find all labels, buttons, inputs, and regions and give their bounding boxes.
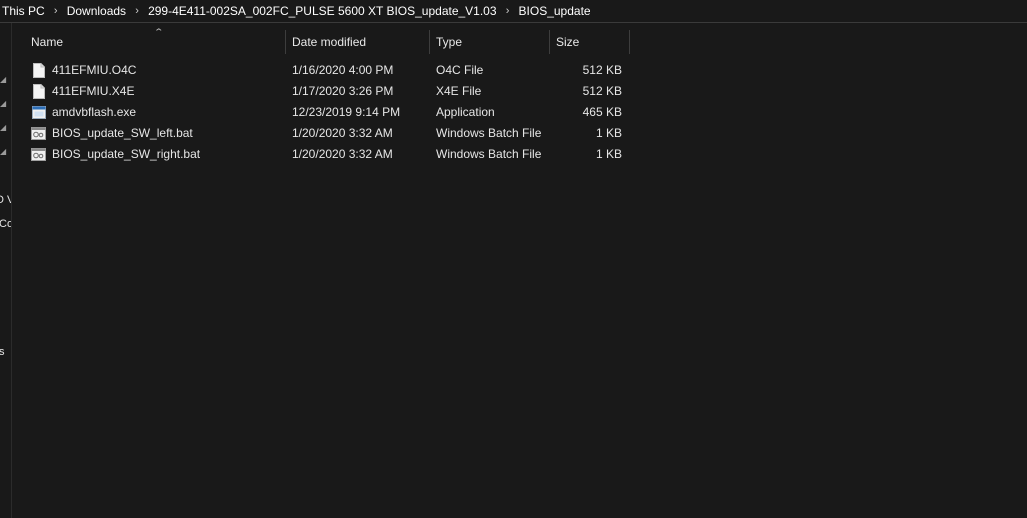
nav-item-clipped[interactable]: Co: [0, 218, 11, 230]
document-icon: [33, 84, 45, 99]
column-header-name[interactable]: Name: [25, 30, 286, 54]
pin-icon[interactable]: ◢: [0, 100, 8, 108]
breadcrumb-item-this-pc[interactable]: This PC: [0, 4, 47, 18]
nav-item-clipped[interactable]: D V: [0, 194, 11, 206]
chevron-right-icon[interactable]: ›: [47, 5, 65, 17]
file-name: 411EFMIU.X4E: [52, 84, 135, 98]
file-date: 1/20/2020 3:32 AM: [292, 126, 393, 140]
column-header-date-modified[interactable]: Date modified: [286, 30, 430, 54]
pin-icon[interactable]: ◢: [0, 148, 8, 156]
file-date: 1/16/2020 4:00 PM: [292, 63, 394, 77]
pin-icon[interactable]: ◢: [0, 124, 8, 132]
file-size: 512 KB: [582, 63, 622, 77]
file-type: Application: [436, 105, 495, 119]
file-row[interactable]: 411EFMIU.X4E 1/17/2020 3:26 PM X4E File …: [25, 81, 622, 102]
file-type: O4C File: [436, 63, 484, 77]
file-name: 411EFMIU.O4C: [52, 63, 137, 77]
file-name: amdvbflash.exe: [52, 105, 137, 119]
file-list: 411EFMIU.O4C 1/16/2020 4:00 PM O4C File …: [25, 60, 622, 165]
file-row[interactable]: amdvbflash.exe 12/23/2019 9:14 PM Applic…: [25, 102, 622, 123]
breadcrumb-item-downloads[interactable]: Downloads: [65, 4, 128, 18]
navigation-pane[interactable]: ◢ ◢ ◢ ◢ D V Co s: [0, 23, 12, 518]
breadcrumb-item-bios-folder[interactable]: 299-4E411-002SA_002FC_PULSE 5600 XT BIOS…: [146, 4, 498, 18]
breadcrumb-item-bios-update[interactable]: BIOS_update: [517, 4, 593, 18]
chevron-right-icon[interactable]: ›: [499, 5, 517, 17]
document-icon: [33, 63, 45, 78]
file-row[interactable]: BIOS_update_SW_right.bat 1/20/2020 3:32 …: [25, 144, 622, 165]
file-type: Windows Batch File: [436, 147, 542, 161]
file-date: 12/23/2019 9:14 PM: [292, 105, 401, 119]
file-row[interactable]: 411EFMIU.O4C 1/16/2020 4:00 PM O4C File …: [25, 60, 622, 81]
file-date: 1/20/2020 3:32 AM: [292, 147, 393, 161]
breadcrumb: This PC › Downloads › 299-4E411-002SA_00…: [0, 0, 1027, 23]
column-header-type[interactable]: Type: [430, 30, 550, 54]
nav-item-clipped[interactable]: s: [0, 346, 5, 358]
file-size: 512 KB: [582, 84, 622, 98]
file-size: 1 KB: [595, 147, 622, 161]
file-name: BIOS_update_SW_left.bat: [52, 126, 193, 140]
batch-file-icon: [31, 127, 46, 140]
file-size: 1 KB: [595, 126, 622, 140]
application-icon: [32, 106, 46, 119]
column-header-row: Name Date modified Type Size: [25, 30, 630, 54]
file-date: 1/17/2020 3:26 PM: [292, 84, 394, 98]
file-size: 465 KB: [582, 105, 622, 119]
file-type: Windows Batch File: [436, 126, 542, 140]
chevron-right-icon[interactable]: ›: [128, 5, 146, 17]
pin-icon[interactable]: ◢: [0, 76, 8, 84]
file-type: X4E File: [436, 84, 482, 98]
batch-file-icon: [31, 148, 46, 161]
file-name: BIOS_update_SW_right.bat: [52, 147, 201, 161]
file-row[interactable]: BIOS_update_SW_left.bat 1/20/2020 3:32 A…: [25, 123, 622, 144]
column-header-size[interactable]: Size: [550, 30, 630, 54]
